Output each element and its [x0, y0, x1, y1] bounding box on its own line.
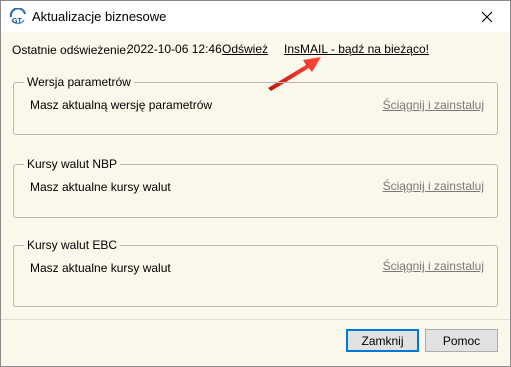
- refresh-link[interactable]: Odśwież: [222, 42, 268, 56]
- group-legend: Wersja parametrów: [24, 75, 134, 89]
- dialog-window: GT Aktualizacje biznesowe Ostatnie odświ…: [0, 0, 511, 367]
- download-install-link[interactable]: Ściągnij i zainstaluj: [383, 179, 484, 193]
- download-install-link[interactable]: Ściągnij i zainstaluj: [383, 98, 484, 112]
- close-window-button[interactable]: [464, 1, 510, 32]
- group-status-text: Masz aktualne kursy walut: [30, 180, 171, 194]
- group-status-text: Masz aktualne kursy walut: [30, 261, 171, 275]
- parameters-version-group: Wersja parametrów Masz aktualną wersję p…: [13, 75, 498, 135]
- ebc-rates-group: Kursy walut EBC Masz aktualne kursy walu…: [13, 238, 498, 307]
- download-install-link[interactable]: Ściągnij i zainstaluj: [383, 259, 484, 273]
- help-button[interactable]: Pomoc: [425, 329, 498, 352]
- svg-text:GT: GT: [12, 18, 22, 25]
- nbp-rates-group: Kursy walut NBP Masz aktualne kursy walu…: [13, 157, 498, 218]
- close-icon: [481, 11, 493, 22]
- close-button[interactable]: Zamknij: [346, 329, 419, 352]
- group-status-text: Masz aktualną wersję parametrów: [30, 98, 213, 112]
- title-bar: GT Aktualizacje biznesowe: [1, 1, 510, 32]
- footer-separator: [1, 319, 510, 320]
- group-legend: Kursy walut EBC: [24, 238, 121, 252]
- app-logo-icon: GT: [9, 7, 27, 26]
- group-legend: Kursy walut NBP: [24, 157, 121, 171]
- dialog-body: Ostatnie odświeżenie: 2022-10-06 12:46 O…: [1, 32, 510, 366]
- window-title: Aktualizacje biznesowe: [32, 9, 167, 24]
- last-refresh-date: 2022-10-06 12:46: [127, 42, 222, 56]
- last-refresh-label: Ostatnie odświeżenie:: [12, 43, 130, 57]
